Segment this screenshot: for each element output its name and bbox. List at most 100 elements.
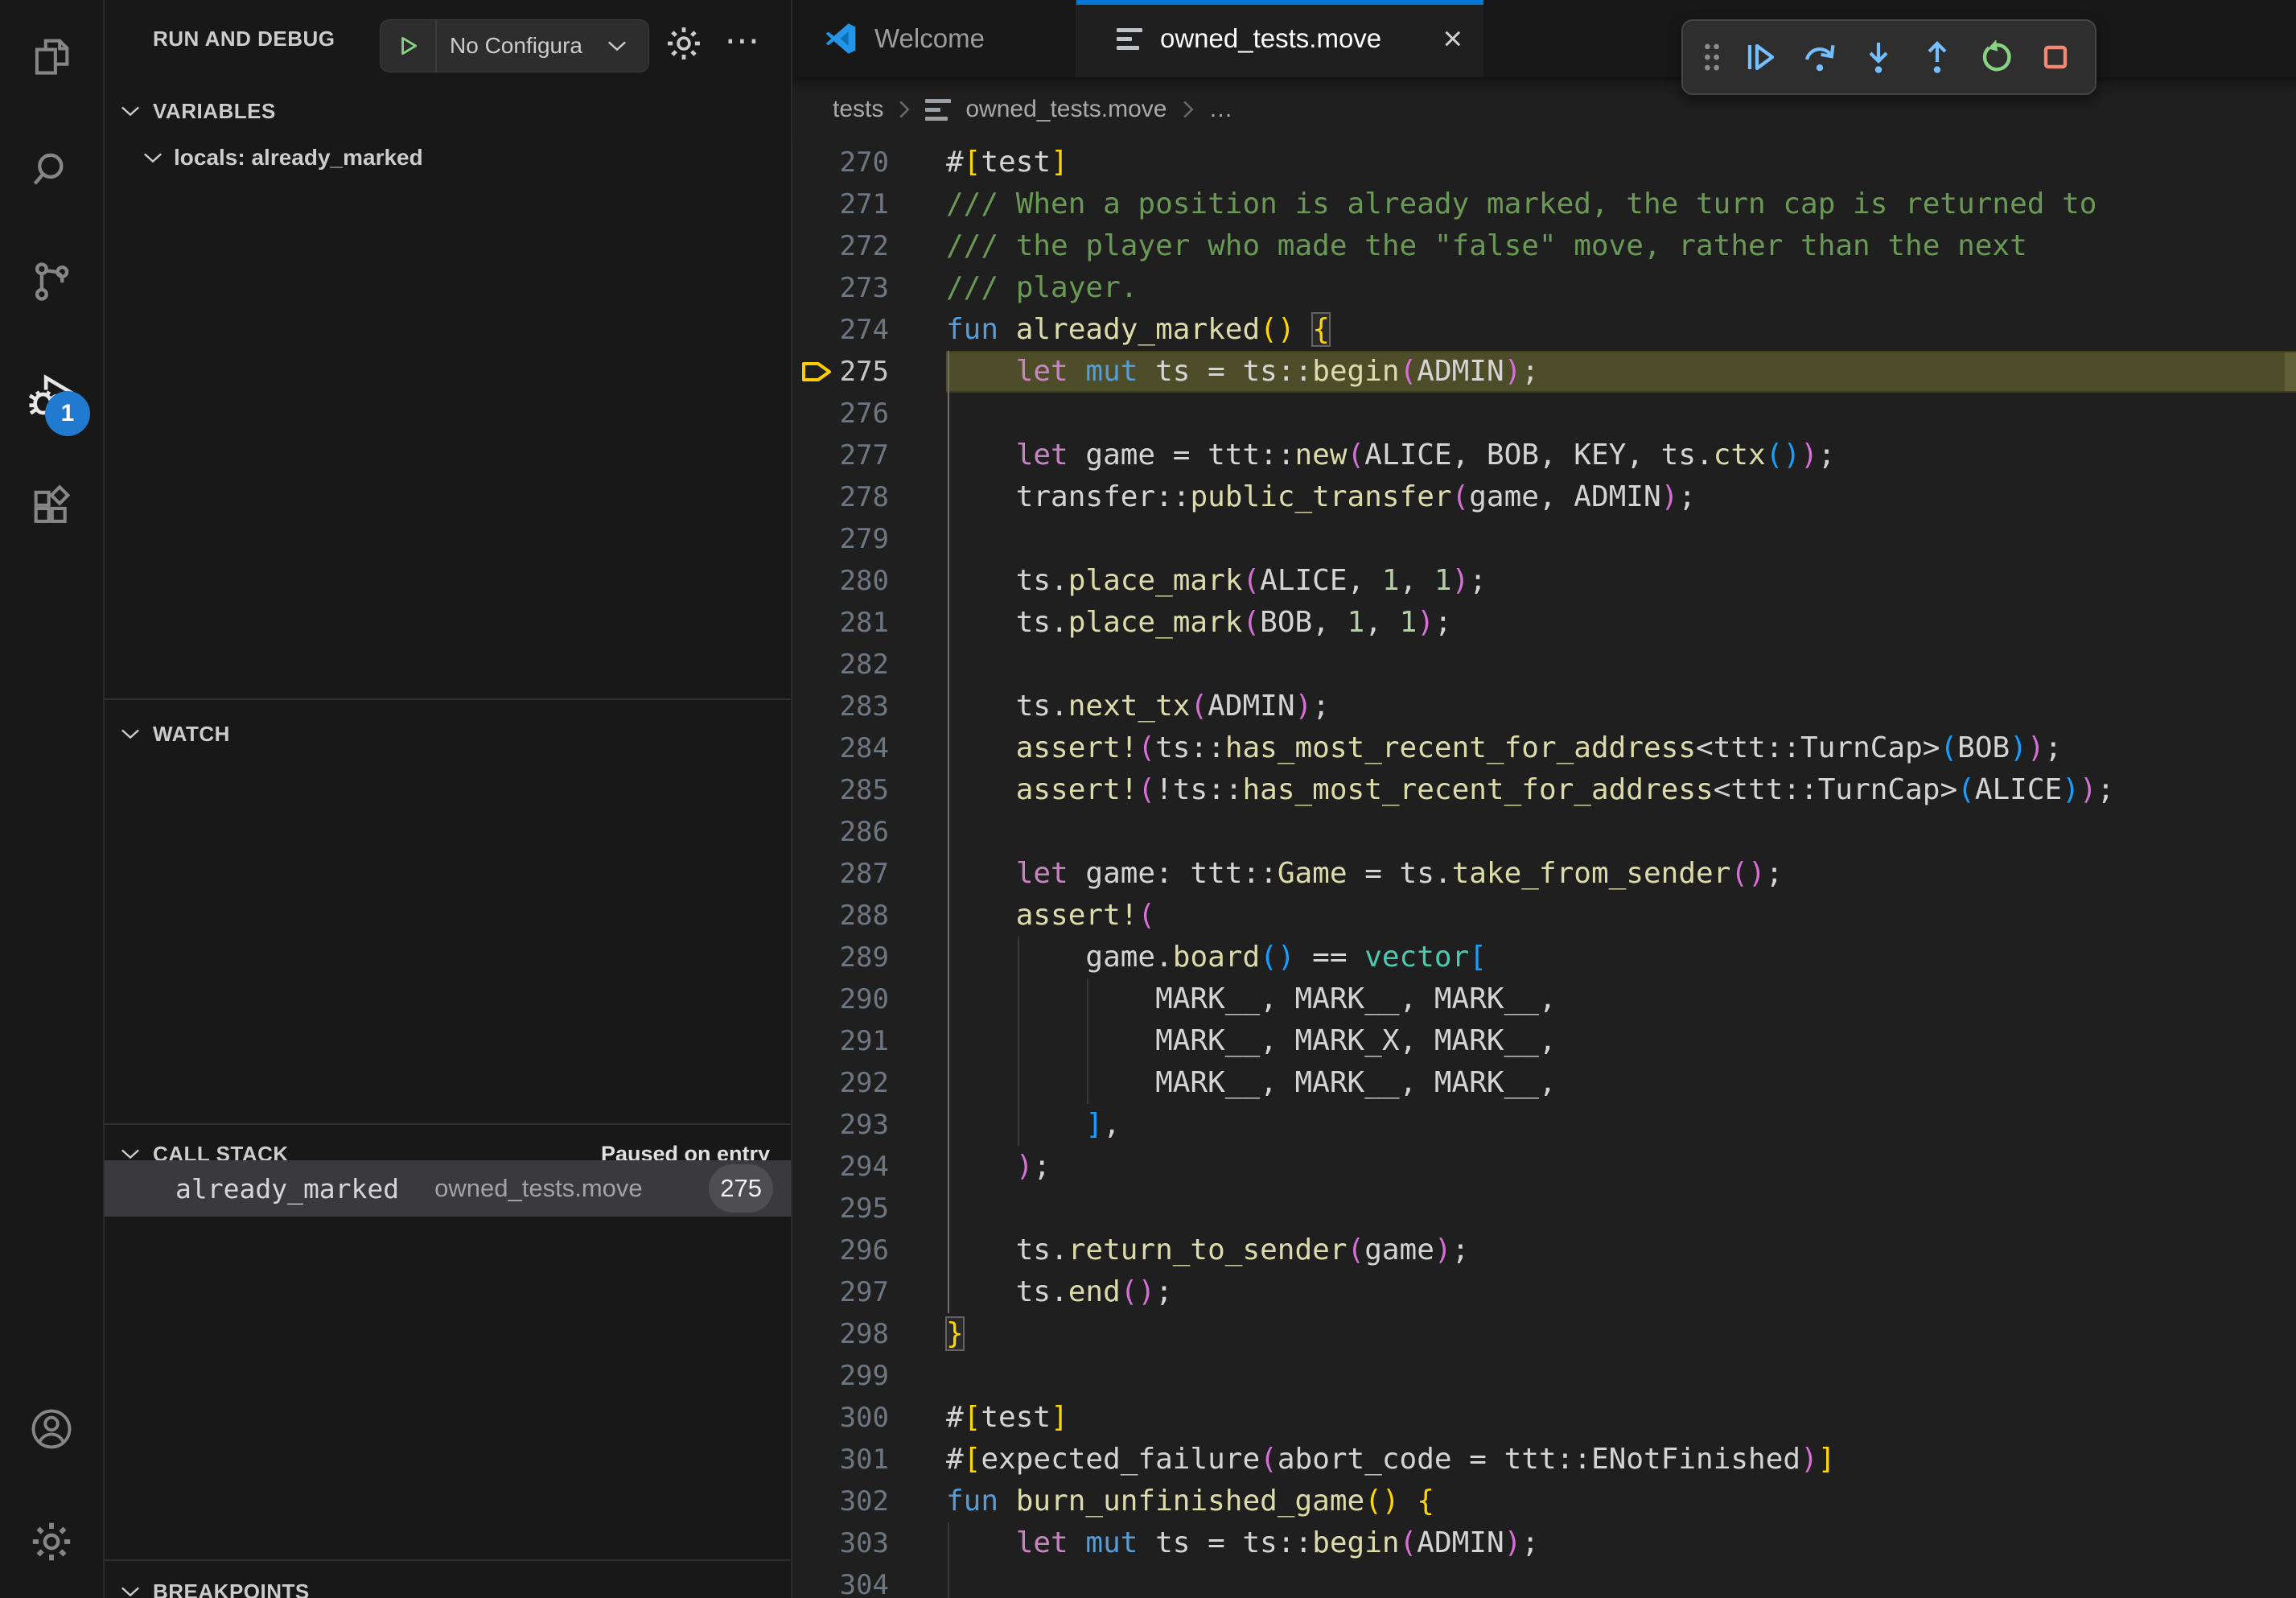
line-number[interactable]: 293 — [792, 1104, 889, 1146]
line-number[interactable]: 298 — [792, 1313, 889, 1355]
code-line[interactable]: 276 — [792, 393, 2296, 435]
debug-step-over-icon[interactable] — [1795, 32, 1845, 82]
code-line[interactable]: 300#[test] — [792, 1397, 2296, 1439]
line-number[interactable]: 278 — [792, 476, 889, 518]
line-number[interactable]: 297 — [792, 1271, 889, 1313]
code-line[interactable]: 277 let game = ttt::new(ALICE, BOB, KEY,… — [792, 435, 2296, 476]
line-number[interactable]: 277 — [792, 435, 889, 476]
code-line[interactable]: 270#[test] — [792, 142, 2296, 183]
line-number[interactable]: 302 — [792, 1481, 889, 1522]
code-line[interactable]: 295 — [792, 1188, 2296, 1229]
code-line[interactable]: 294 ); — [792, 1146, 2296, 1188]
source-control-icon[interactable] — [0, 225, 103, 338]
line-number[interactable]: 279 — [792, 518, 889, 560]
line-number[interactable]: 282 — [792, 644, 889, 686]
code-line[interactable]: 279 — [792, 518, 2296, 560]
line-number[interactable]: 300 — [792, 1397, 889, 1439]
line-number[interactable]: 299 — [792, 1355, 889, 1397]
line-number[interactable]: 290 — [792, 978, 889, 1020]
line-number[interactable]: 286 — [792, 811, 889, 853]
line-number[interactable]: 273 — [792, 267, 889, 309]
line-number[interactable]: 274 — [792, 309, 889, 351]
search-icon[interactable] — [0, 113, 103, 225]
code-line[interactable]: 292 MARK__, MARK__, MARK__, — [792, 1062, 2296, 1104]
tab-welcome[interactable]: Welcome — [792, 0, 1076, 77]
code-line[interactable]: 280 ts.place_mark(ALICE, 1, 1); — [792, 560, 2296, 602]
breadcrumb-item-symbol[interactable]: … — [1209, 96, 1233, 123]
line-number[interactable]: 280 — [792, 560, 889, 602]
variables-section-header[interactable]: VARIABLES — [105, 87, 791, 135]
line-number[interactable]: 294 — [792, 1146, 889, 1188]
debug-continue-icon[interactable] — [1735, 32, 1785, 82]
close-tab-icon[interactable]: × — [1442, 22, 1463, 56]
code-line[interactable]: 303 let mut ts = ts::begin(ADMIN); — [792, 1522, 2296, 1564]
breadcrumb-item-folder[interactable]: tests — [833, 96, 883, 123]
line-number[interactable]: 291 — [792, 1020, 889, 1062]
start-debugging-icon[interactable] — [381, 20, 437, 72]
line-number[interactable]: 276 — [792, 393, 889, 435]
line-number[interactable]: 292 — [792, 1062, 889, 1104]
views-more-actions-icon[interactable]: ⋯ — [719, 14, 767, 66]
code-editor[interactable]: 270#[test]271/// When a position is alre… — [792, 142, 2296, 1598]
accounts-icon[interactable] — [0, 1373, 103, 1485]
code-line[interactable]: 284 assert!(ts::has_most_recent_for_addr… — [792, 727, 2296, 769]
code-line[interactable]: 283 ts.next_tx(ADMIN); — [792, 686, 2296, 727]
code-line[interactable]: 297 ts.end(); — [792, 1271, 2296, 1313]
code-line[interactable]: 286 — [792, 811, 2296, 853]
debug-stop-icon[interactable] — [2031, 32, 2080, 82]
code-line[interactable]: 274fun already_marked() { — [792, 309, 2296, 351]
line-number[interactable]: 271 — [792, 183, 889, 225]
code-line[interactable]: 289 game.board() == vector[ — [792, 937, 2296, 978]
line-number[interactable]: 289 — [792, 937, 889, 978]
extensions-icon[interactable] — [0, 451, 103, 563]
launch-settings-gear-icon[interactable] — [658, 18, 710, 69]
code-line[interactable]: 285 assert!(!ts::has_most_recent_for_add… — [792, 769, 2296, 811]
code-line[interactable]: 271/// When a position is already marked… — [792, 183, 2296, 225]
code-line[interactable]: 290 MARK__, MARK__, MARK__, — [792, 978, 2296, 1020]
tab-owned-tests-move[interactable]: owned_tests.move × — [1076, 0, 1483, 77]
watch-section-header[interactable]: WATCH — [105, 710, 791, 758]
line-number[interactable]: 288 — [792, 895, 889, 937]
code-line[interactable]: 273/// player. — [792, 267, 2296, 309]
debug-step-out-icon[interactable] — [1912, 32, 1962, 82]
run-and-debug-icon[interactable]: 1 — [0, 338, 103, 451]
settings-gear-icon[interactable] — [0, 1485, 103, 1598]
code-line[interactable]: 299 — [792, 1355, 2296, 1397]
call-stack-frame-row[interactable]: already_marked owned_tests.move 275 — [105, 1160, 791, 1217]
code-line[interactable]: 296 ts.return_to_sender(game); — [792, 1229, 2296, 1271]
code-line[interactable]: 287 let game: ttt::Game = ts.take_from_s… — [792, 853, 2296, 895]
toolbar-drag-grip[interactable] — [1697, 39, 1726, 76]
line-number[interactable]: 296 — [792, 1229, 889, 1271]
code-line[interactable]: 293 ], — [792, 1104, 2296, 1146]
line-number[interactable]: 301 — [792, 1439, 889, 1481]
line-number[interactable]: 275 — [792, 351, 889, 393]
line-number[interactable]: 270 — [792, 142, 889, 183]
breakpoints-section-header[interactable]: BREAKPOINTS — [105, 1567, 791, 1598]
debug-config-dropdown[interactable]: No Configura — [380, 19, 649, 72]
code-line[interactable]: 302fun burn_unfinished_game() { — [792, 1481, 2296, 1522]
variables-scope-row[interactable]: locals: already_marked — [105, 135, 791, 180]
code-line[interactable]: 281 ts.place_mark(BOB, 1, 1); — [792, 602, 2296, 644]
line-number[interactable]: 295 — [792, 1188, 889, 1229]
code-line[interactable]: 278 transfer::public_transfer(game, ADMI… — [792, 476, 2296, 518]
code-line[interactable]: 288 assert!( — [792, 895, 2296, 937]
code-line[interactable]: 301#[expected_failure(abort_code = ttt::… — [792, 1439, 2296, 1481]
code-line[interactable]: 291 MARK__, MARK_X, MARK__, — [792, 1020, 2296, 1062]
line-number[interactable]: 284 — [792, 727, 889, 769]
code-line[interactable]: 282 — [792, 644, 2296, 686]
debug-step-into-icon[interactable] — [1854, 32, 1903, 82]
code-line[interactable]: 272/// the player who made the "false" m… — [792, 225, 2296, 267]
debug-restart-icon[interactable] — [1972, 32, 2022, 82]
explorer-icon[interactable] — [0, 0, 103, 113]
line-number[interactable]: 272 — [792, 225, 889, 267]
line-number[interactable]: 281 — [792, 602, 889, 644]
line-number[interactable]: 287 — [792, 853, 889, 895]
code-line[interactable]: 298} — [792, 1313, 2296, 1355]
breadcrumb-item-file[interactable]: owned_tests.move — [965, 96, 1167, 123]
line-number[interactable]: 304 — [792, 1564, 889, 1598]
line-number[interactable]: 285 — [792, 769, 889, 811]
code-line[interactable]: 275 let mut ts = ts::begin(ADMIN); — [792, 351, 2296, 393]
line-number[interactable]: 283 — [792, 686, 889, 727]
line-number[interactable]: 303 — [792, 1522, 889, 1564]
code-line[interactable]: 304 — [792, 1564, 2296, 1598]
